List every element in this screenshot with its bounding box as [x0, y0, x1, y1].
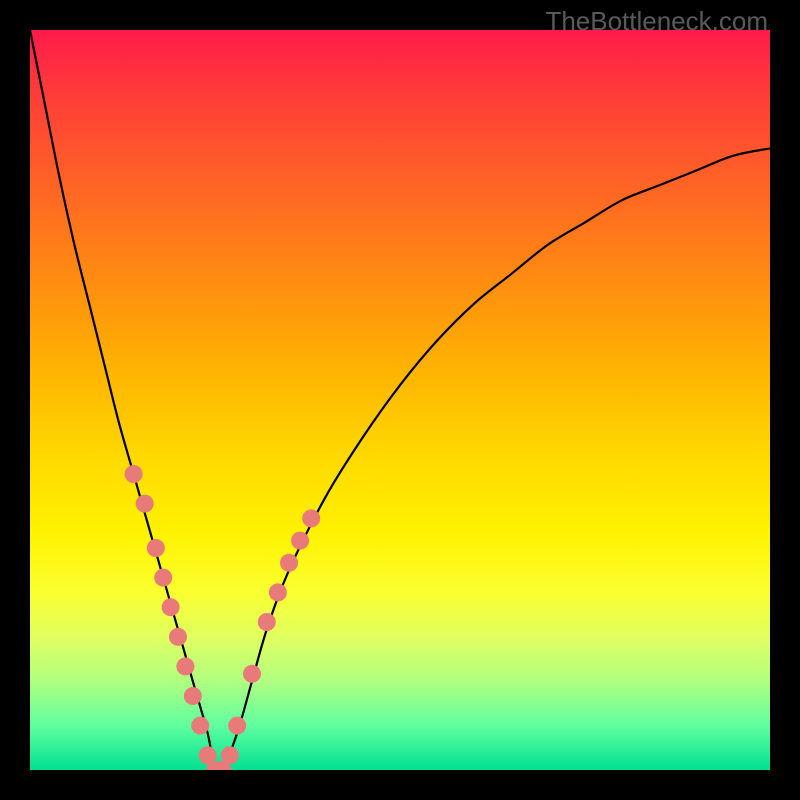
data-point [258, 613, 276, 631]
data-point [176, 657, 194, 675]
data-point [184, 687, 202, 705]
data-point [221, 746, 239, 764]
data-point [269, 583, 287, 601]
data-point [125, 465, 143, 483]
data-point [154, 569, 172, 587]
data-point [302, 509, 320, 527]
data-point [191, 717, 209, 735]
data-point [243, 665, 261, 683]
data-point [136, 495, 154, 513]
data-point [169, 628, 187, 646]
curve-svg [30, 30, 770, 770]
data-point [291, 532, 309, 550]
highlight-dots [125, 465, 321, 770]
data-point [228, 717, 246, 735]
data-point [147, 539, 165, 557]
plot-area [30, 30, 770, 770]
chart-container: TheBottleneck.com [0, 0, 800, 800]
bottleneck-curve [30, 30, 770, 770]
data-point [162, 598, 180, 616]
data-point [280, 554, 298, 572]
